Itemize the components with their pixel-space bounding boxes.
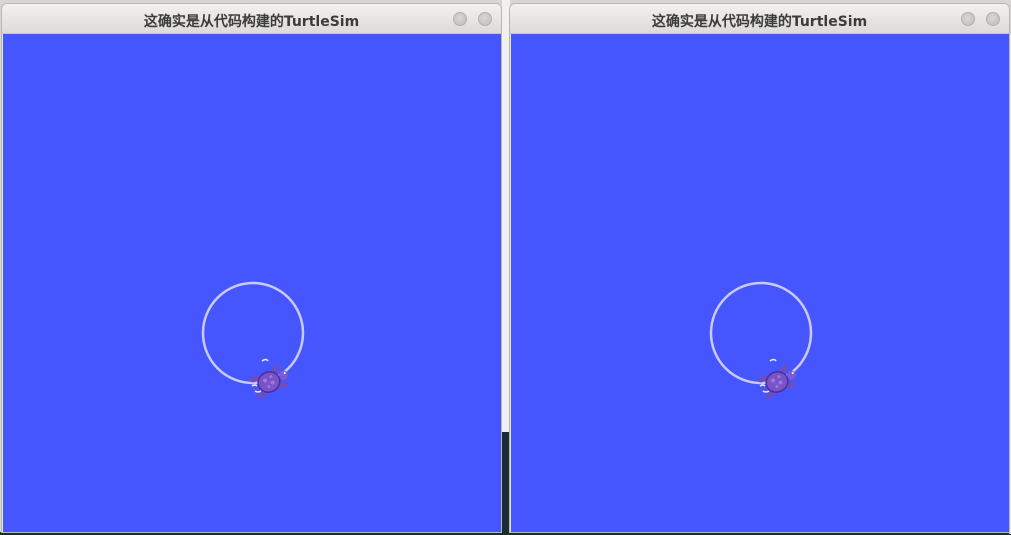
close-button[interactable] [986, 12, 1000, 26]
turtlesim-canvas [511, 34, 1009, 532]
turtle-icon [757, 365, 797, 399]
turtle-trail [201, 281, 305, 385]
turtlesim-drawing [709, 281, 813, 399]
window-titlebar[interactable]: 这确实是从代码构建的TurtleSim [2, 4, 501, 34]
turtle-trail [709, 281, 813, 385]
window-title: 这确实是从代码构建的TurtleSim [143, 14, 360, 30]
window-title: 这确实是从代码构建的TurtleSim [651, 14, 868, 30]
minimize-button[interactable] [453, 12, 467, 26]
window-titlebar[interactable]: 这确实是从代码构建的TurtleSim [510, 4, 1009, 34]
turtle-icon [249, 365, 289, 399]
desktop: 这确实是从代码构建的TurtleSim 这确实是从代码构建的TurtleSim [0, 0, 1011, 535]
minimize-button[interactable] [961, 12, 975, 26]
turtlesim-window-right[interactable]: 这确实是从代码构建的TurtleSim [509, 3, 1010, 533]
turtlesim-canvas [3, 34, 501, 532]
turtlesim-drawing [201, 281, 305, 399]
turtlesim-window-left[interactable]: 这确实是从代码构建的TurtleSim [1, 3, 502, 533]
close-button[interactable] [478, 12, 492, 26]
